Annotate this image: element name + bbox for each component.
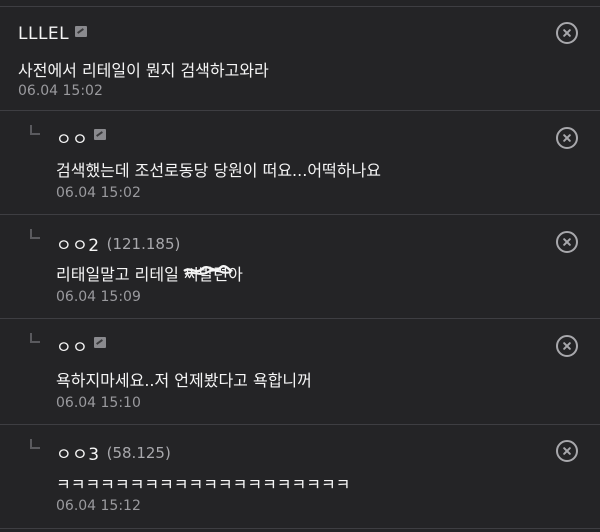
scribble-mark <box>183 265 233 275</box>
comment-body: ㅋㅋㅋㅋㅋㅋㅋㅋㅋㅋㅋㅋㅋㅋㅋㅋㅋㅋㅋㅋ <box>56 475 351 494</box>
comment-date: 06.04 15:12 <box>56 498 141 514</box>
comment-author[interactable]: ㅇㅇ <box>56 333 88 358</box>
close-circle-icon[interactable] <box>556 335 578 357</box>
reply-arrow-icon <box>30 125 40 135</box>
comment-header: ㅇㅇ2 (121.185) <box>56 231 181 257</box>
comment-date: 06.04 15:02 <box>18 83 103 99</box>
fixed-nickname-icon <box>94 337 107 348</box>
comment-header: ㅇㅇ <box>56 125 107 150</box>
reply-arrow-icon <box>30 333 40 343</box>
comment-header: ㅇㅇ <box>56 333 107 358</box>
comment-ip: (58.125) <box>106 443 171 462</box>
fixed-nickname-icon <box>75 25 88 37</box>
comment-author[interactable]: ㅇㅇ3 <box>56 440 100 465</box>
reply-arrow-icon <box>30 439 40 449</box>
comment-ip: (121.185) <box>106 234 181 253</box>
close-circle-icon[interactable] <box>556 127 578 149</box>
comment-header: LLLEL <box>18 24 88 44</box>
scribbled-word: 씨발련 <box>183 261 233 285</box>
comment-date: 06.04 15:09 <box>56 289 141 305</box>
reply-item: ㅇㅇ 검색했는데 조선로동당 당원이 떠요...어떡하나요 06.04 15:0… <box>0 111 600 215</box>
comment-body: 검색했는데 조선로동당 당원이 떠요...어떡하나요 <box>56 161 381 180</box>
comment-author[interactable]: LLLEL <box>18 24 69 44</box>
reply-arrow-icon <box>30 229 40 239</box>
comment-thread: LLLEL 사전에서 리테일이 뭔지 검색하고와라 06.04 15:02 ㅇㅇ… <box>0 0 600 532</box>
reply-item: ㅇㅇ2 (121.185) 리태일말고 리테일 씨발련 아 06.04 15:09 <box>0 215 600 319</box>
reply-item: ㅇㅇ3 (58.125) ㅋㅋㅋㅋㅋㅋㅋㅋㅋㅋㅋㅋㅋㅋㅋㅋㅋㅋㅋㅋ 06.04 … <box>0 425 600 529</box>
close-circle-icon[interactable] <box>556 231 578 253</box>
comment-date: 06.04 15:02 <box>56 185 141 201</box>
comment-date: 06.04 15:10 <box>56 395 141 411</box>
comment-body: 욕하지마세요..저 언제봤다고 욕합니꺼 <box>56 371 312 390</box>
comment-item: LLLEL 사전에서 리테일이 뭔지 검색하고와라 06.04 15:02 <box>0 7 600 111</box>
comment-body: 사전에서 리테일이 뭔지 검색하고와라 <box>18 61 269 80</box>
comment-author[interactable]: ㅇㅇ <box>56 125 88 150</box>
reply-item: ㅇㅇ 욕하지마세요..저 언제봤다고 욕합니꺼 06.04 15:10 <box>0 319 600 425</box>
close-circle-icon[interactable] <box>556 22 578 44</box>
fixed-nickname-icon <box>94 129 107 140</box>
comment-header: ㅇㅇ3 (58.125) <box>56 440 171 466</box>
comment-author[interactable]: ㅇㅇ2 <box>56 231 100 256</box>
comment-divider <box>0 528 600 529</box>
comment-body: 리태일말고 리테일 씨발련 아 <box>56 261 243 285</box>
close-circle-icon[interactable] <box>556 440 578 462</box>
comment-body-text: 리태일말고 리테일 <box>56 265 184 284</box>
